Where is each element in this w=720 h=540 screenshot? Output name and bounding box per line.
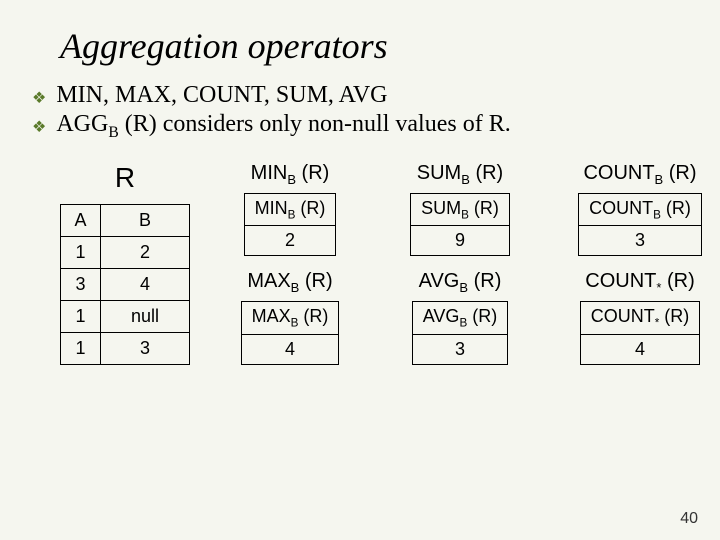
table-row: 12	[61, 236, 190, 268]
table-row: 1null	[61, 300, 190, 332]
result-value: 2	[244, 226, 336, 256]
table-header-row: A B	[61, 204, 190, 236]
op-title: MAXB (R)	[215, 270, 365, 295]
bullet-item: ❖ AGGB (R) considers only non-null value…	[32, 111, 680, 142]
op-title: COUNTB (R)	[555, 162, 720, 187]
bullet-text: MIN, MAX, COUNT, SUM, AVG	[56, 82, 387, 109]
result-value: 9	[411, 226, 510, 256]
result-table: AVGB (R) 3	[412, 301, 508, 365]
result-table: MAXB (R) 4	[241, 301, 340, 365]
min-block: MINB (R) MINB (R) 2	[215, 162, 365, 257]
result-header: MAXB (R)	[241, 302, 339, 335]
result-table: COUNTB (R) 3	[578, 193, 702, 257]
table-row: 34	[61, 268, 190, 300]
op-title: AVGB (R)	[385, 270, 535, 295]
diamond-bullet-icon: ❖	[32, 88, 46, 108]
avg-block: AVGB (R) AVGB (R) 3	[385, 270, 535, 365]
result-header: COUNTB (R)	[579, 193, 702, 226]
result-table: SUMB (R) 9	[410, 193, 510, 257]
relation-table: A B 12 34 1null 13	[60, 204, 190, 365]
result-header: COUNT* (R)	[580, 302, 700, 335]
sum-block: SUMB (R) SUMB (R) 9	[385, 162, 535, 257]
col-header: B	[100, 204, 189, 236]
result-value: 3	[412, 334, 507, 364]
op-title: COUNT* (R)	[555, 270, 720, 295]
result-value: 4	[241, 334, 339, 364]
bullet-item: ❖ MIN, MAX, COUNT, SUM, AVG	[32, 82, 680, 109]
bullet-list: ❖ MIN, MAX, COUNT, SUM, AVG ❖ AGGB (R) c…	[32, 82, 680, 142]
col-header: A	[61, 204, 101, 236]
result-table: COUNT* (R) 4	[580, 301, 701, 365]
result-header: AVGB (R)	[412, 302, 507, 335]
op-title: MINB (R)	[215, 162, 365, 187]
relation-name: R	[60, 162, 190, 194]
result-value: 3	[579, 226, 702, 256]
op-title: SUMB (R)	[385, 162, 535, 187]
max-block: MAXB (R) MAXB (R) 4	[215, 270, 365, 365]
countstar-block: COUNT* (R) COUNT* (R) 4	[555, 270, 720, 365]
diamond-bullet-icon: ❖	[32, 117, 46, 137]
slide: Aggregation operators ❖ MIN, MAX, COUNT,…	[0, 0, 720, 540]
result-value: 4	[580, 334, 700, 364]
result-header: MINB (R)	[244, 193, 336, 226]
relation-block: R A B 12 34 1null 13	[60, 162, 190, 365]
operators-grid: MINB (R) MINB (R) 2 SUMB (R) SUMB (R) 9 …	[215, 162, 720, 365]
countb-block: COUNTB (R) COUNTB (R) 3	[555, 162, 720, 257]
table-row: 13	[61, 332, 190, 364]
slide-title: Aggregation operators	[60, 25, 680, 67]
content-area: R A B 12 34 1null 13 MINB (R) MINB (R) 2	[60, 162, 680, 365]
result-table: MINB (R) 2	[244, 193, 337, 257]
bullet-text: AGGB (R) considers only non-null values …	[56, 111, 510, 142]
result-header: SUMB (R)	[411, 193, 510, 226]
page-number: 40	[680, 510, 698, 528]
